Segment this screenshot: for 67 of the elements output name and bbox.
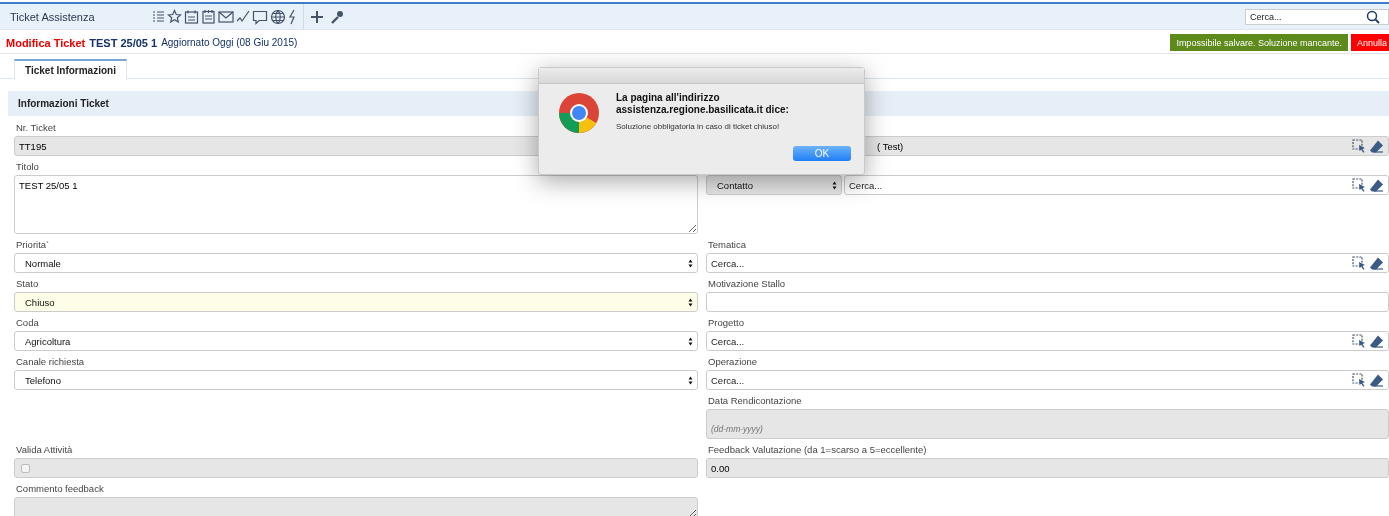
updown-arrow-icon [688,258,693,268]
field-label: Operazione [707,356,758,368]
field-label: Valida Attività [15,444,73,456]
field-label: Titolo [15,161,39,173]
ticket-name: TEST 25/05 1 [89,36,158,49]
field-label: Motivazione Stallo [707,278,786,290]
app-title: Ticket Assistenza [10,10,96,23]
eraser-icon[interactable] [1369,334,1384,348]
tab[interactable]: Ticket Informazioni [14,59,127,80]
field-label: Feedback Valutazione (da 1=scarso a 5=eccellente) [707,444,927,456]
select-cursor-icon[interactable] [1352,178,1366,192]
cancel-button[interactable]: Annulla [1350,34,1389,51]
envelope-icon[interactable] [218,8,234,25]
chat-icon[interactable] [252,8,268,25]
updown-arrow-icon [832,180,837,190]
updown-arrow-icon [688,297,693,307]
lookup-field[interactable]: Cerca... [707,257,1348,269]
text-area[interactable]: TEST 25/05 1 [14,175,698,234]
select-cursor-icon[interactable] [1352,334,1366,348]
notepad-icon[interactable] [201,8,216,25]
search-box[interactable]: Cerca... [1245,8,1389,25]
dialog-message: Soluzione obbligatoria in caso di ticket chiuso! [616,122,781,131]
dialog-heading: La pagina all'indirizzo assistenza.regione.basilicata.it dice: [616,92,790,116]
eraser-icon[interactable] [1369,373,1384,387]
lookup-box[interactable]: Cerca... [706,253,1389,273]
section-title: Informazioni Ticket [18,98,109,109]
dropdown[interactable]: Agricoltura [14,331,698,351]
updated-text: Aggiornato Oggi (08 Giu 2015) [161,37,298,48]
field-label: Priorita` [15,239,50,251]
lookup-field[interactable]: Cerca... [845,179,1348,191]
text-field[interactable] [706,292,1389,312]
lookup-field[interactable]: Cerca... [707,374,1348,386]
date-field[interactable]: (dd-mm-yyyy) [711,424,823,434]
page-action: Modifica Ticket [6,36,86,49]
field-label: Commento feedback [15,483,104,495]
field-label: Data Rendicontazione [707,395,802,407]
checkbox[interactable] [21,463,30,473]
star-icon[interactable] [167,8,182,25]
field-label: Coda [15,317,39,329]
search-field[interactable]: Cerca... [1246,11,1366,22]
field-label: Canale richiesta [15,356,85,368]
dropdown[interactable]: Normale [14,253,698,273]
select-cursor-icon[interactable] [1352,256,1366,270]
updown-arrow-icon [688,375,693,385]
calendar-icon[interactable] [184,8,199,25]
search-icon[interactable] [1366,9,1380,24]
warning-button[interactable]: Impossibile salvare. Soluzione mancante. [1170,34,1348,51]
lookup-field[interactable]: Cerca... [707,335,1348,347]
dropdown[interactable]: Contatto [706,175,842,195]
updown-arrow-icon [688,336,693,346]
dropdown[interactable]: Chiuso [14,292,698,312]
lookup-box[interactable]: Cerca... [706,331,1389,351]
field-label: Progetto [707,317,744,329]
lookup-box[interactable]: Cerca... [706,370,1389,390]
field-label: Nr. Ticket [15,122,56,134]
lookup-box[interactable]: Cerca... [844,175,1389,195]
field-label: Stato [15,278,39,290]
browser-logo-icon [558,92,600,134]
dropdown[interactable]: Telefono [14,370,698,390]
plus-icon[interactable] [310,8,324,25]
lightning-icon[interactable] [288,8,297,25]
select-cursor-icon[interactable] [1352,373,1366,387]
eraser-icon[interactable] [1369,256,1384,270]
date-box[interactable]: (dd-mm-yyyy) [706,409,1389,439]
eraser-icon[interactable] [1369,178,1384,192]
field-label: Tematica [707,239,746,251]
globe-icon[interactable] [270,8,286,25]
